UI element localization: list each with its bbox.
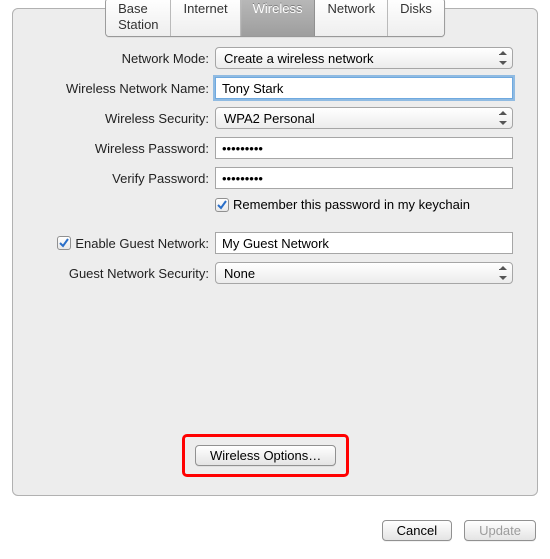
tab-network[interactable]: Network — [315, 0, 388, 36]
wireless-name-input[interactable] — [215, 77, 513, 99]
update-button[interactable]: Update — [464, 520, 536, 541]
updown-icon — [498, 265, 508, 281]
enable-guest-label: Enable Guest Network: — [75, 236, 209, 251]
wireless-form: Network Mode: Create a wireless network … — [13, 39, 537, 284]
settings-tabs: Base Station Internet Wireless Network D… — [105, 0, 445, 37]
check-icon — [217, 200, 227, 210]
updown-icon — [498, 50, 508, 66]
enable-guest-checkbox[interactable] — [57, 236, 71, 250]
network-mode-select[interactable]: Create a wireless network — [215, 47, 513, 69]
tab-base-station[interactable]: Base Station — [106, 0, 171, 36]
check-icon — [59, 238, 69, 248]
tab-wireless[interactable]: Wireless — [241, 0, 316, 36]
wireless-password-input[interactable] — [215, 137, 513, 159]
wireless-options-button[interactable]: Wireless Options… — [195, 445, 336, 466]
verify-password-label: Verify Password: — [37, 171, 215, 186]
updown-icon — [498, 110, 508, 126]
guest-security-label: Guest Network Security: — [37, 266, 215, 281]
highlight-frame: Wireless Options… — [182, 434, 349, 477]
wireless-security-select[interactable]: WPA2 Personal — [215, 107, 513, 129]
remember-keychain-label: Remember this password in my keychain — [233, 197, 470, 212]
wireless-name-label: Wireless Network Name: — [37, 81, 215, 96]
guest-security-select[interactable]: None — [215, 262, 513, 284]
wireless-security-label: Wireless Security: — [37, 111, 215, 126]
wireless-password-label: Wireless Password: — [37, 141, 215, 156]
wireless-settings-panel: Base Station Internet Wireless Network D… — [12, 8, 538, 496]
tab-internet[interactable]: Internet — [172, 0, 241, 36]
remember-keychain-checkbox[interactable] — [215, 198, 229, 212]
remember-keychain-row[interactable]: Remember this password in my keychain — [215, 197, 513, 212]
guest-network-name-input[interactable] — [215, 232, 513, 254]
verify-password-input[interactable] — [215, 167, 513, 189]
dialog-footer: Cancel Update — [382, 520, 536, 541]
cancel-button[interactable]: Cancel — [382, 520, 452, 541]
tab-disks[interactable]: Disks — [388, 0, 444, 36]
network-mode-label: Network Mode: — [37, 51, 215, 66]
